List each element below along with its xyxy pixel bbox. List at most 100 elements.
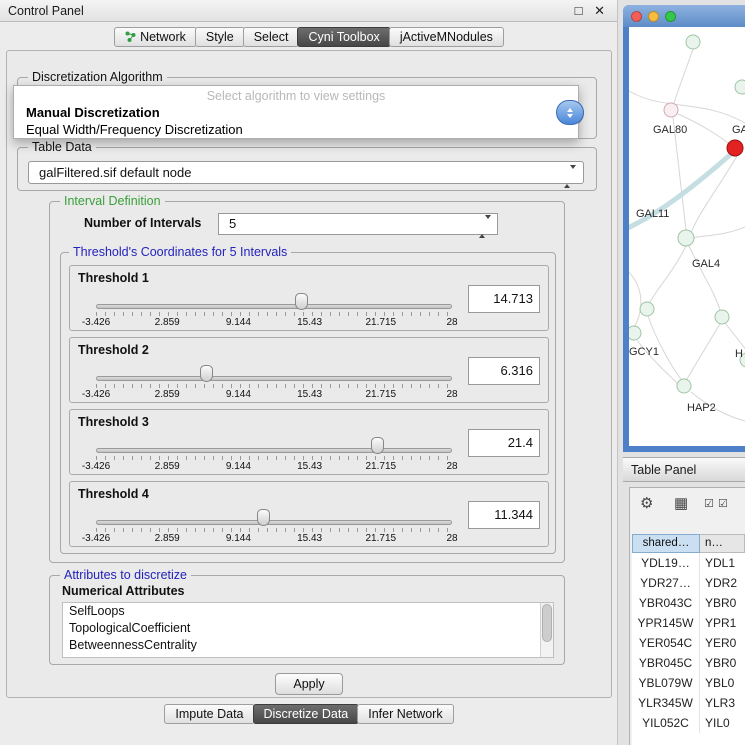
table-row[interactable]: YBR045CYBR0	[632, 653, 745, 673]
node[interactable]	[678, 230, 694, 246]
dropdown-placeholder: Select algorithm to view settings	[14, 89, 578, 103]
bottom-tabbar: Impute DataDiscretize DataInfer Network	[0, 704, 618, 724]
minimize-button[interactable]	[648, 11, 659, 22]
cell[interactable]: YDL1	[700, 553, 745, 573]
node[interactable]	[735, 80, 745, 94]
combobox-arrows-icon[interactable]	[556, 100, 584, 125]
interval-definition-group: Interval Definition Number of Intervals …	[49, 201, 565, 563]
tick-label: 15.43	[297, 461, 322, 472]
cell[interactable]: YPR145W	[632, 613, 700, 633]
cell[interactable]: YBL079W	[632, 673, 700, 693]
table-row[interactable]: YER054CYER0	[632, 633, 745, 653]
list-item[interactable]: SelfLoops	[63, 603, 553, 620]
node[interactable]	[640, 302, 654, 316]
cell[interactable]: YER0	[700, 633, 745, 653]
table-row[interactable]: YDL19…YDL1	[632, 553, 745, 573]
panel-title: Control Panel	[8, 0, 84, 22]
tick-label: -3.426	[82, 533, 110, 544]
column-header-name[interactable]: n…	[700, 534, 745, 553]
cell[interactable]: YIL052C	[632, 713, 700, 733]
threshold-4-value-field[interactable]: 11.344	[468, 501, 540, 529]
list-item[interactable]: TopologicalCoefficient	[63, 620, 553, 637]
spinner-arrows-icon[interactable]	[479, 217, 491, 237]
node[interactable]	[677, 379, 691, 393]
selected-node-red[interactable]	[727, 140, 743, 156]
tab-style[interactable]: Style	[195, 27, 245, 47]
cell[interactable]: YPR1	[700, 613, 745, 633]
network-view-window: GAL80 GA GAL11 GAL4 GCY1 HAP2 H	[623, 5, 745, 452]
cell[interactable]: YLR3	[700, 693, 745, 713]
list-scrollbar[interactable]	[540, 603, 553, 657]
tab-impute-data[interactable]: Impute Data	[164, 704, 254, 724]
tick-label: 28	[446, 533, 457, 544]
slider-thumb[interactable]	[371, 437, 384, 454]
cell[interactable]: YIL0	[700, 713, 745, 733]
columns-icon[interactable]: ▦	[674, 494, 688, 512]
number-of-intervals-spinner[interactable]: 5	[218, 213, 498, 235]
cell[interactable]: YBL0	[700, 673, 745, 693]
tab-cyni-toolbox[interactable]: Cyni Toolbox	[297, 27, 390, 47]
cell[interactable]: YDR27…	[632, 573, 700, 593]
tab-select[interactable]: Select	[243, 27, 300, 47]
node-label: GA	[732, 124, 745, 136]
scrollbar-thumb[interactable]	[542, 604, 552, 642]
node[interactable]	[715, 310, 729, 324]
slider-thumb[interactable]	[295, 293, 308, 310]
node[interactable]	[664, 103, 678, 117]
tab-jactivemnodules[interactable]: jActiveMNodules	[389, 27, 504, 47]
tick-label: 9.144	[226, 533, 251, 544]
table-row[interactable]: YLR345WYLR3	[632, 693, 745, 713]
threshold-3-value-field[interactable]: 21.4	[468, 429, 540, 457]
cell[interactable]: YLR345W	[632, 693, 700, 713]
network-canvas[interactable]: GAL80 GA GAL11 GAL4 GCY1 HAP2 H	[629, 27, 745, 446]
tab-discretize-data[interactable]: Discretize Data	[253, 704, 360, 724]
dropdown-item-equal-width[interactable]: Equal Width/Frequency Discretization	[14, 122, 578, 137]
cell[interactable]: YBR0	[700, 653, 745, 673]
threshold-3-slider[interactable]: -3.426 2.859 9.144 15.43 21.715 28	[96, 434, 452, 474]
threshold-2-value-field[interactable]: 6.316	[468, 357, 540, 385]
slider-track[interactable]	[96, 304, 452, 309]
select-none-icon[interactable]: ☑	[718, 497, 728, 510]
cell[interactable]: YBR0	[700, 593, 745, 613]
threshold-2-panel: Threshold 2 -3.426 2.859 9.144 15.43 21.…	[69, 337, 549, 403]
cell[interactable]: YBR045C	[632, 653, 700, 673]
table-row[interactable]: YIL052CYIL0	[632, 713, 745, 733]
cell[interactable]: YDR2	[700, 573, 745, 593]
list-item[interactable]: BetweennessCentrality	[63, 637, 553, 654]
threshold-4-slider[interactable]: -3.426 2.859 9.144 15.43 21.715 28	[96, 506, 452, 546]
tab-label: Select	[254, 30, 289, 44]
zoom-button[interactable]	[665, 11, 676, 22]
cell[interactable]: YER054C	[632, 633, 700, 653]
table-row[interactable]: YDR27…YDR2	[632, 573, 745, 593]
dropdown-item-manual-discretization[interactable]: Manual Discretization	[14, 105, 578, 120]
table-row[interactable]: YBL079WYBL0	[632, 673, 745, 693]
table-row[interactable]: YBR043CYBR0	[632, 593, 745, 613]
threshold-1-value-field[interactable]: 14.713	[468, 285, 540, 313]
tab-network[interactable]: Network	[114, 27, 197, 47]
close-icon[interactable]: ✕	[594, 3, 605, 18]
numerical-attributes-list[interactable]: SelfLoops TopologicalCoefficient Between…	[62, 602, 554, 658]
slider-track[interactable]	[96, 376, 452, 381]
column-header-shared-name[interactable]: shared…	[632, 534, 700, 553]
apply-button[interactable]: Apply	[275, 673, 343, 695]
gear-icon[interactable]: ⚙	[640, 494, 653, 512]
cell[interactable]: YDL19…	[632, 553, 700, 573]
slider-ticks	[96, 456, 452, 460]
restore-icon[interactable]: □	[575, 3, 583, 18]
cell[interactable]: YBR043C	[632, 593, 700, 613]
threshold-1-slider[interactable]: -3.426 2.859 9.144 15.43 21.715 28	[96, 290, 452, 330]
threshold-2-slider[interactable]: -3.426 2.859 9.144 15.43 21.715 28	[96, 362, 452, 402]
node[interactable]	[629, 326, 641, 340]
table-row[interactable]: YPR145WYPR1	[632, 613, 745, 633]
tick-label: 21.715	[366, 317, 397, 328]
close-button[interactable]	[631, 11, 642, 22]
select-all-icon[interactable]: ☑	[704, 497, 714, 510]
node[interactable]	[686, 35, 700, 49]
tick-label: 2.859	[155, 461, 180, 472]
tab-infer-network[interactable]: Infer Network	[357, 704, 453, 724]
slider-track[interactable]	[96, 448, 452, 453]
slider-thumb[interactable]	[257, 509, 270, 526]
table-data-combobox[interactable]: galFiltered.sif default node	[28, 161, 584, 184]
slider-track[interactable]	[96, 520, 452, 525]
slider-thumb[interactable]	[200, 365, 213, 382]
